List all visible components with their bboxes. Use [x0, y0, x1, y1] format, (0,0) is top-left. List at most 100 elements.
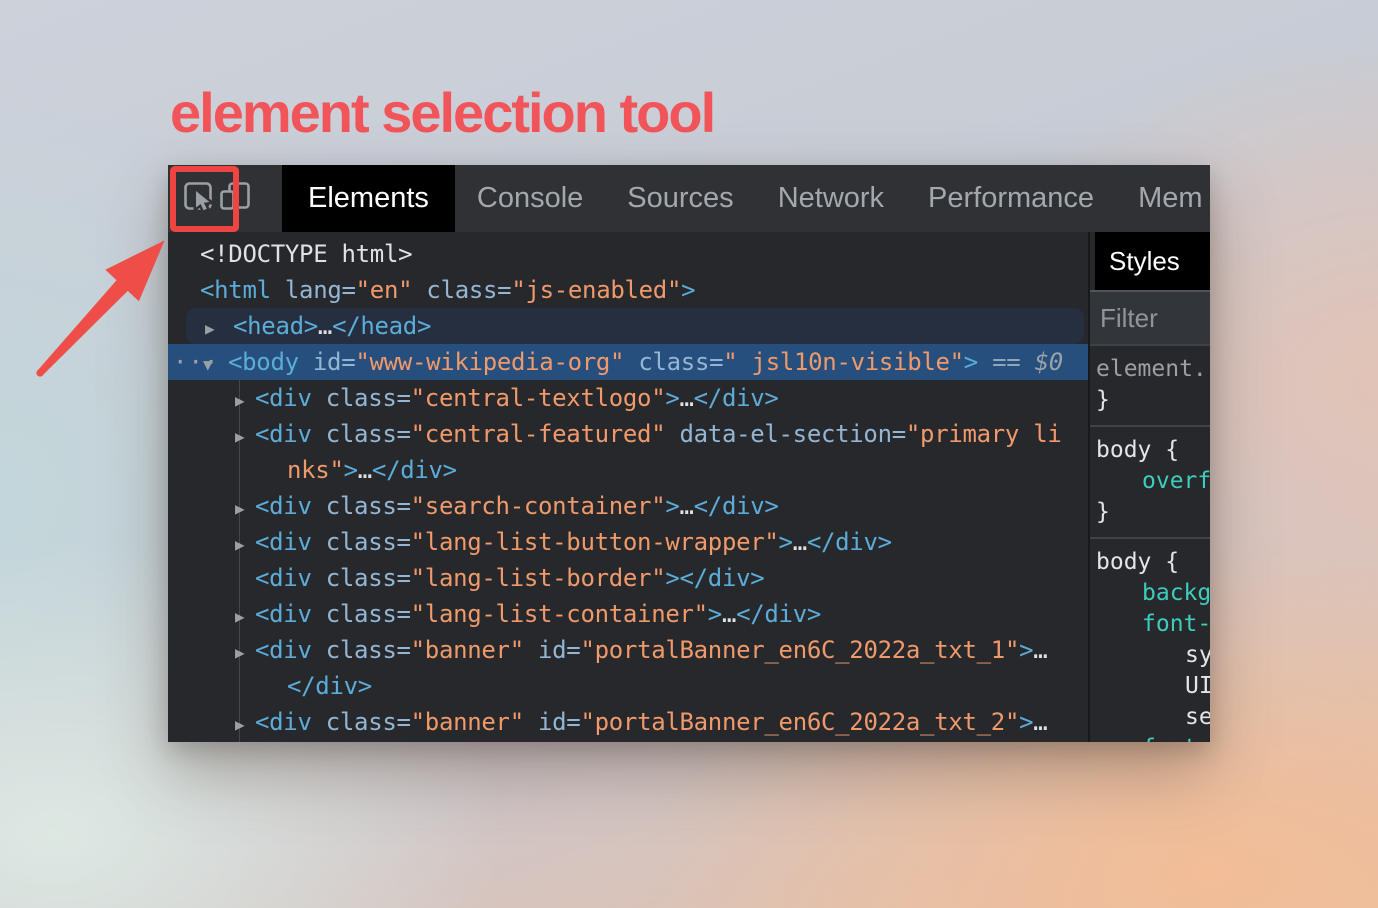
code-token-tag: </div> [736, 600, 821, 628]
dom-tree-row[interactable]: ▶<div class="search-container">…</div> [168, 488, 1088, 524]
code-token-plain: <!DOCTYPE html> [200, 240, 412, 268]
tab-performance[interactable]: Performance [906, 165, 1116, 232]
dom-tree-row[interactable]: ···▼<body id="www-wikipedia-org" class="… [168, 344, 1088, 380]
code-token-tag: > [1019, 636, 1033, 664]
css-rule-line[interactable]: backg [1090, 578, 1210, 609]
css-rule-line[interactable]: font- [1090, 609, 1210, 640]
code-token-plain: … [722, 600, 736, 628]
expander-closed-icon[interactable]: ▶ [235, 383, 255, 416]
code-token-attr: class= [312, 708, 411, 736]
code-token-tag: <head> [233, 312, 318, 340]
code-token-tag: <div [255, 528, 312, 556]
code-token-tag: > [708, 600, 722, 628]
css-rule-line[interactable]: se [1090, 702, 1210, 733]
dom-tree-row[interactable]: <div class="lang-list-border"></div> [168, 560, 1088, 596]
code-token-val: " jsl10n-visible" [723, 348, 964, 376]
code-token-tag: <div [255, 636, 312, 664]
css-rule-line[interactable]: element. [1090, 354, 1210, 385]
code-token-tag: > [779, 528, 793, 556]
devtools-tab-bar: ElementsConsoleSourcesNetworkPerformance… [282, 165, 1210, 232]
code-token-tag: ></div> [665, 564, 764, 592]
dom-tree-row[interactable]: ▶<div class="central-textlogo">…</div> [168, 380, 1088, 416]
dom-tree-row[interactable]: nks">…</div> [168, 452, 1088, 488]
expander-closed-icon[interactable]: ▶ [235, 527, 255, 560]
dom-tree-row[interactable]: ▶<head>…</head> [186, 308, 1084, 344]
code-token-val: "central-featured" [411, 420, 666, 448]
css-rule-line[interactable]: font- [1090, 733, 1210, 742]
code-token-val: "banner" [411, 708, 524, 736]
code-token-val: "primary li [906, 420, 1062, 448]
code-token-tag: </div> [694, 384, 779, 412]
expander-closed-icon[interactable]: ▶ [235, 707, 255, 740]
code-token-attr: id= [524, 708, 581, 736]
code-token-attr: class= [312, 600, 411, 628]
dom-tree-row[interactable]: ▶<div class="lang-list-button-wrapper">…… [168, 524, 1088, 560]
css-rule-line[interactable]: sy [1090, 640, 1210, 671]
annotation-title: element selection tool [170, 80, 714, 145]
code-token-val: "search-container" [411, 492, 666, 520]
code-token-attr: class= [312, 492, 411, 520]
code-token-tag: > [1019, 708, 1033, 736]
css-rule: body {overf} [1090, 427, 1210, 539]
tab-console[interactable]: Console [455, 165, 605, 232]
code-token-val: "central-textlogo" [411, 384, 666, 412]
code-token-tag: > [681, 276, 695, 304]
expander-closed-icon[interactable]: ▶ [235, 419, 255, 452]
code-token-plain: … [1033, 636, 1047, 664]
dom-tree-row[interactable]: ▶<div class="banner" id="portalBanner_en… [168, 632, 1088, 668]
code-token-tag: </head> [332, 312, 431, 340]
tab-styles[interactable]: Styles [1095, 232, 1210, 290]
code-token-attr: class= [412, 276, 511, 304]
tab-network[interactable]: Network [756, 165, 906, 232]
code-token-attr: id= [524, 636, 581, 664]
dom-tree-row[interactable]: </div> [168, 668, 1088, 704]
code-token-val: nks" [287, 456, 344, 484]
css-rule-line[interactable]: } [1090, 385, 1210, 416]
dom-tree-row[interactable]: <html lang="en" class="js-enabled"> [168, 272, 1088, 308]
expander-closed-icon[interactable]: ▶ [235, 635, 255, 668]
tab-elements[interactable]: Elements [282, 165, 455, 232]
css-rule: element.} [1090, 346, 1210, 427]
css-rule-line[interactable]: } [1090, 497, 1210, 528]
code-token-plain: … [793, 528, 807, 556]
dom-tree-row[interactable]: ▶<div class="central-featured" data-el-s… [168, 416, 1088, 452]
dom-tree-row[interactable]: ▶<div class="lang-list-container">…</div… [168, 596, 1088, 632]
code-token-tag: <div [255, 564, 312, 592]
code-token-tag: <div [255, 420, 312, 448]
code-token-tag: > [665, 384, 679, 412]
code-token-val: "portalBanner_en6C_2022a_txt_1" [580, 636, 1019, 664]
styles-filter-bar[interactable]: Filter [1090, 292, 1210, 346]
tab-sources[interactable]: Sources [605, 165, 755, 232]
code-token-val: "lang-list-border" [411, 564, 666, 592]
code-token-attr: class= [312, 564, 411, 592]
code-token-tag: <div [255, 708, 312, 736]
code-token-tag: <body [228, 348, 299, 376]
code-token-tag: <html [200, 276, 271, 304]
code-token-plain: … [358, 456, 372, 484]
css-rule-line[interactable]: overf [1090, 466, 1210, 497]
code-token-dollar: $0 [1035, 348, 1063, 376]
expander-closed-icon[interactable]: ▶ [235, 599, 255, 632]
dom-tree-row[interactable]: ▶<div class="banner" id="portalBanner_en… [168, 704, 1088, 740]
code-token-plain: … [318, 312, 332, 340]
code-token-attr: data-el-section= [665, 420, 906, 448]
tab-mem[interactable]: Mem [1116, 165, 1210, 232]
code-token-tag: <div [255, 600, 312, 628]
css-rule-line[interactable]: body { [1090, 435, 1210, 466]
css-rule-line[interactable]: UI [1090, 671, 1210, 702]
expander-closed-icon[interactable]: ▶ [235, 491, 255, 524]
dom-tree-row[interactable]: <!DOCTYPE html> [168, 236, 1088, 272]
css-rule-line[interactable]: body { [1090, 547, 1210, 578]
code-token-val: "banner" [411, 636, 524, 664]
code-token-tag: > [665, 492, 679, 520]
code-token-tag: </div> [807, 528, 892, 556]
styles-filter-input[interactable]: Filter [1090, 303, 1158, 334]
code-token-eq: == [978, 348, 1035, 376]
elements-dom-tree: <!DOCTYPE html> <html lang="en" class="js… [168, 232, 1088, 742]
code-token-attr: class= [624, 348, 723, 376]
expander-closed-icon[interactable]: ▶ [205, 311, 233, 344]
code-token-plain: … [680, 492, 694, 520]
code-token-val: "lang-list-button-wrapper" [411, 528, 779, 556]
expander-open-icon[interactable]: ▼ [203, 347, 228, 380]
css-rules-list: element.}body {overf}body {backgfont-syU… [1090, 346, 1210, 742]
